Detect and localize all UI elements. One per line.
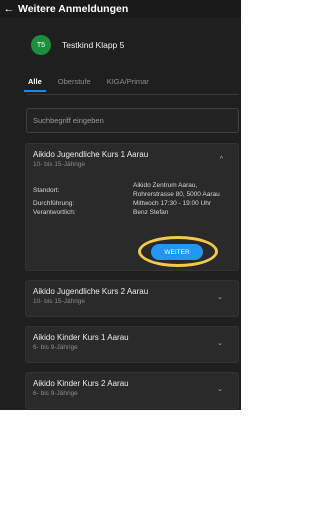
- tab-alle[interactable]: Alle: [24, 72, 46, 94]
- chevron-down-icon[interactable]: ⌄: [217, 385, 223, 393]
- durchfuehrung-label: Durchführung:: [33, 200, 75, 207]
- search-input[interactable]: Suchbegriff eingeben: [26, 108, 239, 133]
- standort-value-line2: Rohrerstrasse 80, 5000 Aarau: [133, 191, 220, 198]
- chevron-down-icon[interactable]: ⌄: [217, 293, 223, 301]
- weiter-button[interactable]: WEITER: [151, 244, 203, 260]
- course-title: Aikido Jugendliche Kurs 2 Aarau: [33, 287, 149, 296]
- tab-oberstufe[interactable]: Oberstufe: [58, 72, 91, 94]
- chevron-down-icon[interactable]: ⌄: [217, 339, 223, 347]
- tab-kiga-primar[interactable]: KIGA/Primar: [107, 72, 149, 94]
- course-title: Aikido Kinder Kurs 1 Aarau: [33, 333, 129, 342]
- course-title: Aikido Kinder Kurs 2 Aarau: [33, 379, 129, 388]
- course-age-group: 6- bis 9-Jährige: [33, 344, 78, 351]
- child-profile: T5 Testkind Klapp 5: [31, 35, 124, 55]
- course-card[interactable]: Aikido Kinder Kurs 1 Aarau 6- bis 9-Jähr…: [25, 326, 239, 363]
- durchfuehrung-value: Mittwoch 17:30 - 19:00 Uhr: [133, 200, 212, 207]
- standort-value-line1: Aikido Zentrum Aarau,: [133, 182, 198, 189]
- course-age-group: 6- bis 9-Jährige: [33, 390, 78, 397]
- app-screen: ← Weitere Anmeldungen T5 Testkind Klapp …: [0, 0, 241, 410]
- avatar: T5: [31, 35, 51, 55]
- verantwortlich-label: Verantwortlich:: [33, 209, 76, 216]
- course-card[interactable]: Aikido Jugendliche Kurs 2 Aarau 10- bis …: [25, 280, 239, 317]
- course-card[interactable]: Aikido Kinder Kurs 2 Aarau 6- bis 9-Jähr…: [25, 372, 239, 409]
- tabs-divider: [27, 94, 239, 95]
- page-title: Weitere Anmeldungen: [18, 3, 129, 15]
- child-name: Testkind Klapp 5: [62, 40, 125, 50]
- course-age-group: 10- bis 15-Jährige: [33, 298, 86, 305]
- verantwortlich-value: Benz Stefan: [133, 209, 169, 216]
- chevron-up-icon[interactable]: ^: [220, 156, 223, 163]
- course-card-expanded[interactable]: Aikido Jugendliche Kurs 1 Aarau 10- bis …: [25, 143, 239, 271]
- standort-label: Standort:: [33, 187, 60, 194]
- course-age-group: 10- bis 15-Jährige: [33, 161, 86, 168]
- back-arrow-icon[interactable]: ←: [0, 3, 18, 15]
- course-title: Aikido Jugendliche Kurs 1 Aarau: [33, 150, 149, 159]
- filter-tabs: Alle Oberstufe KIGA/Primar: [24, 72, 165, 94]
- app-bar: ← Weitere Anmeldungen: [0, 0, 241, 18]
